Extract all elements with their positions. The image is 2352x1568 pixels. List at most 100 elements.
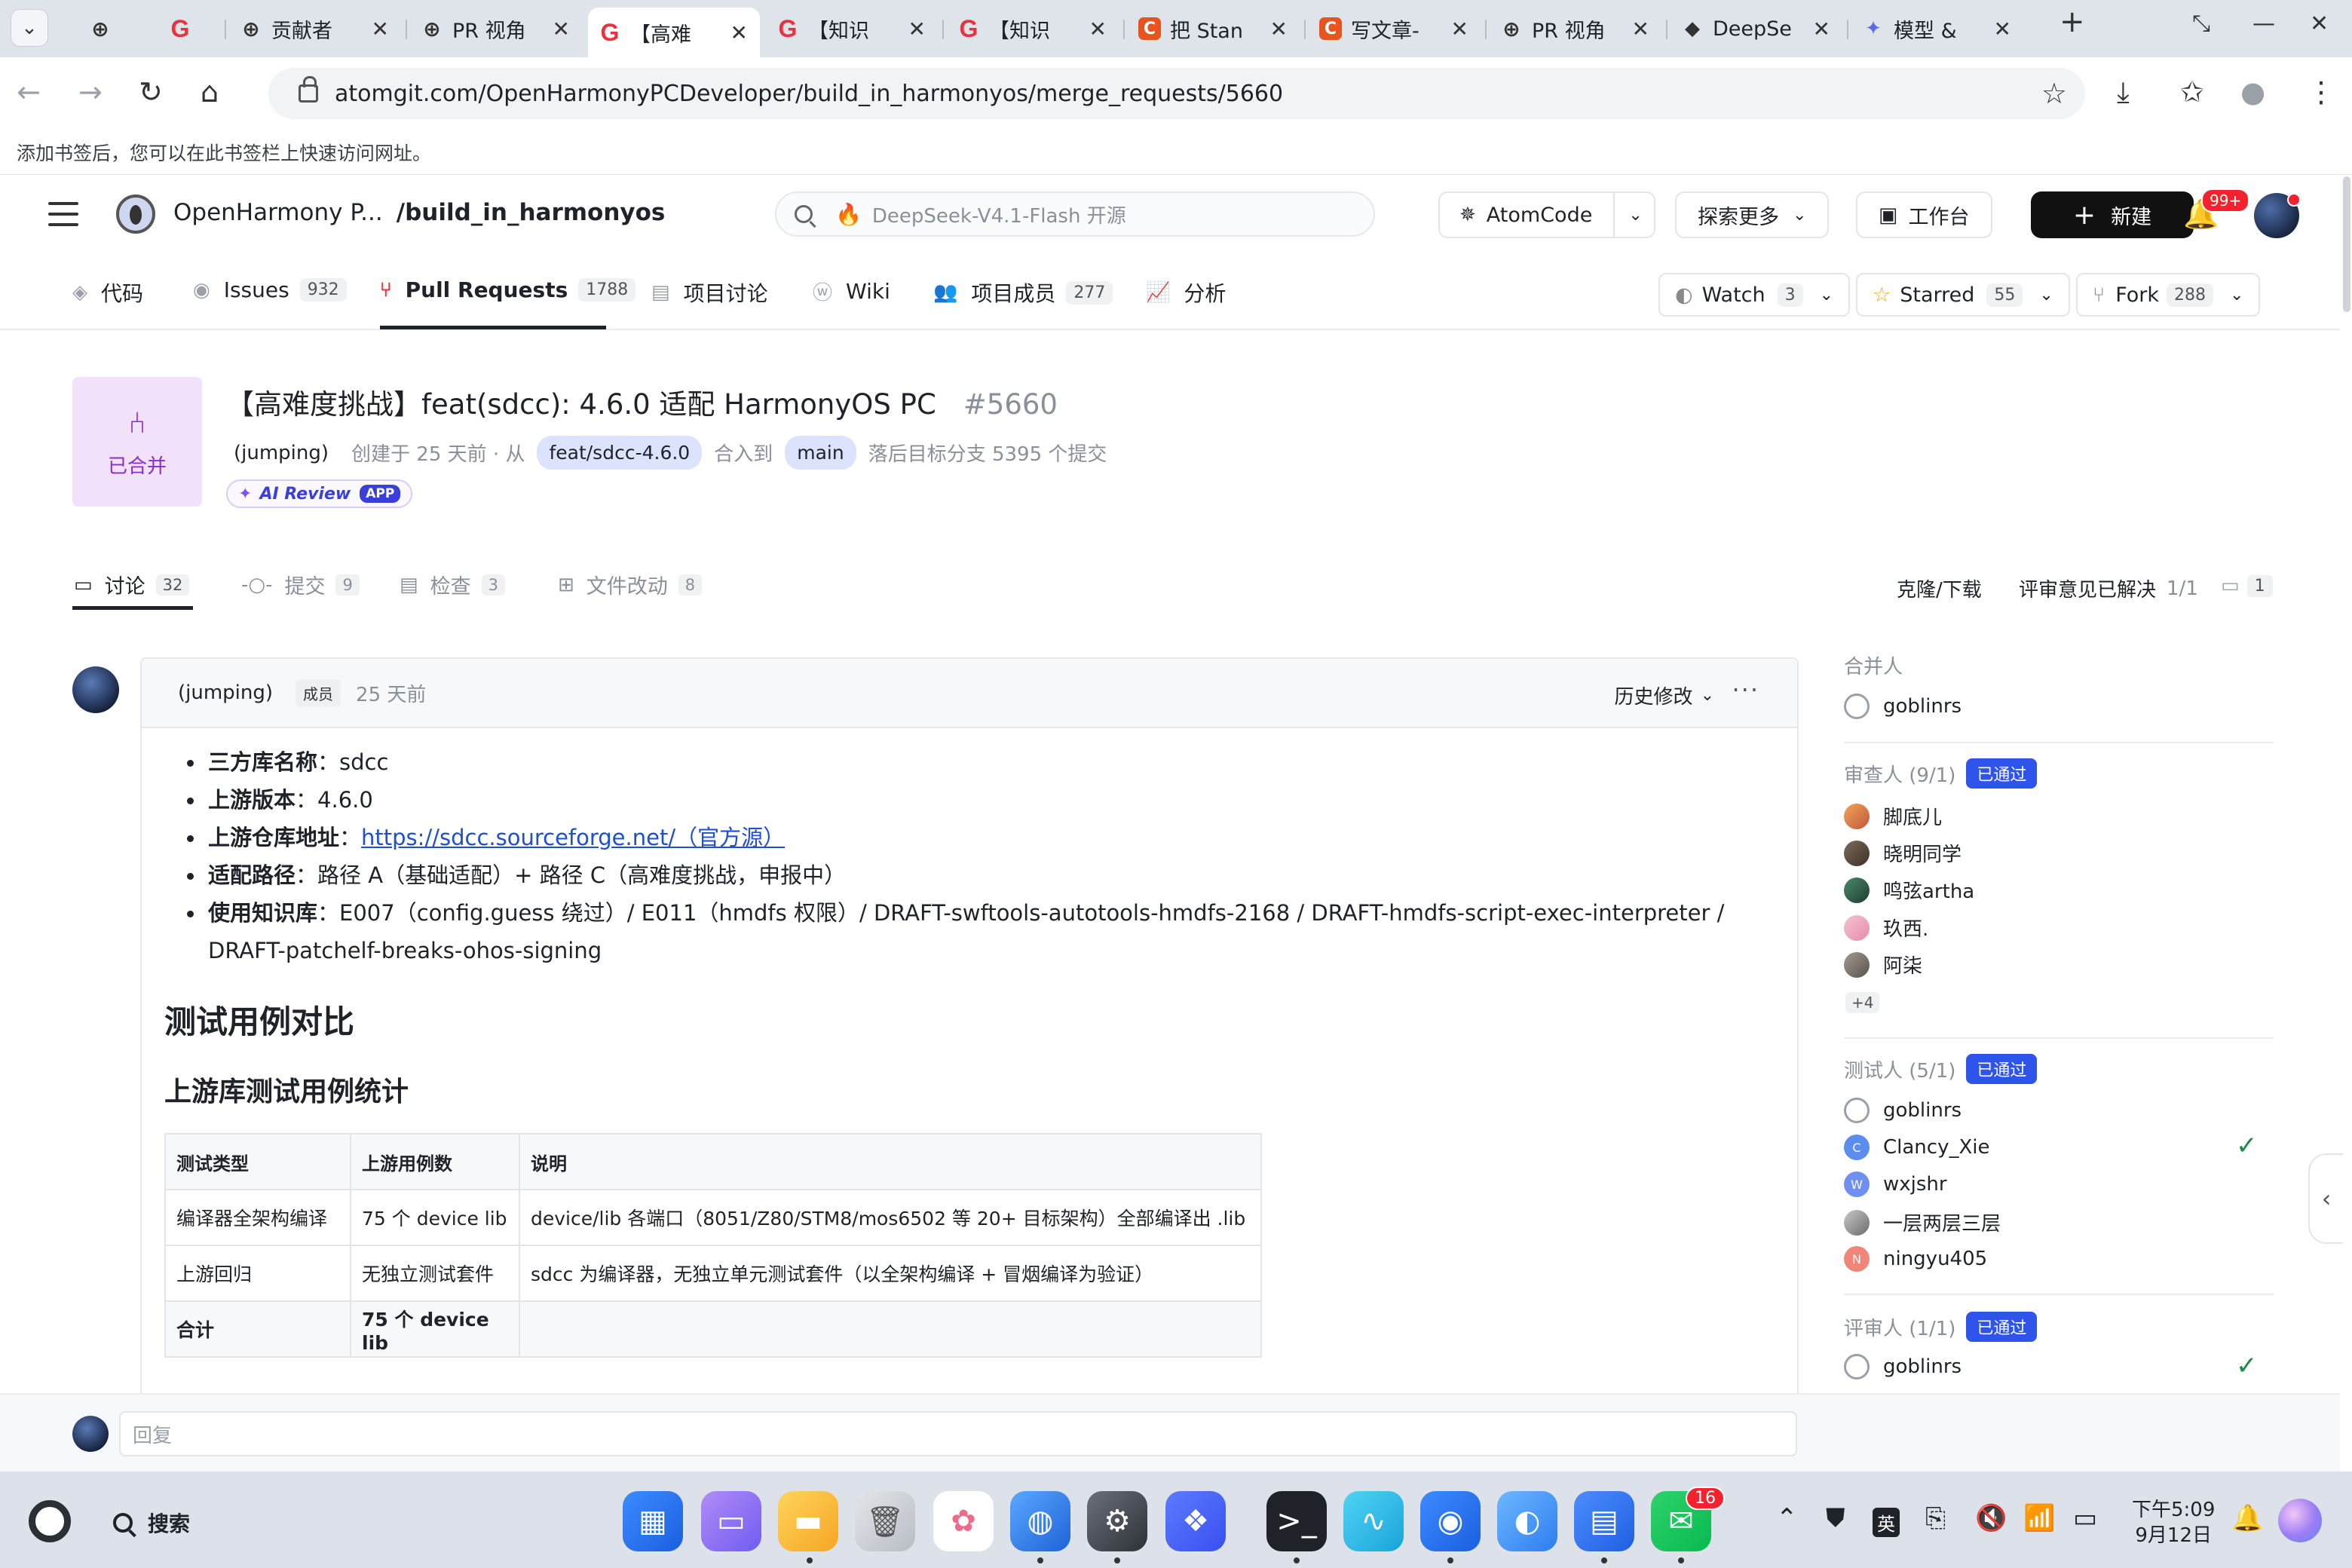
chevron-down-icon[interactable]: ⌄	[2039, 286, 2053, 305]
mr-author[interactable]: (jumping)	[234, 442, 329, 464]
close-tab-icon[interactable]: ✕	[730, 20, 748, 45]
close-tab-icon[interactable]: ✕	[1089, 17, 1107, 41]
settings-icon[interactable]: ⚙	[1087, 1491, 1147, 1551]
reviewer-user[interactable]: 脚底儿	[1844, 802, 1942, 830]
app-store-icon[interactable]: ❖	[1165, 1491, 1226, 1551]
browser-tab[interactable]: G 【知识 ✕	[947, 8, 1119, 50]
ai-review-badge[interactable]: ✦ AI Review APP	[226, 479, 413, 508]
trash-icon[interactable]: 🗑	[855, 1491, 915, 1551]
profile-icon[interactable]: ●	[2240, 75, 2265, 109]
restore-icon[interactable]: ⤡	[2192, 11, 2210, 37]
close-tab-icon[interactable]: ✕	[1994, 17, 2011, 41]
tester-user[interactable]: C Clancy_Xie	[1844, 1135, 1990, 1160]
reload-icon[interactable]: ↻	[139, 75, 163, 109]
browser-tab[interactable]: C 把 Stan ✕	[1128, 8, 1300, 50]
tab-issues[interactable]: ◉ Issues 932	[193, 277, 347, 302]
tab-code[interactable]: ◈ 代码	[72, 277, 143, 308]
reviewer-user[interactable]: 玖西.	[1844, 914, 1928, 942]
reply-input[interactable]: 回复	[119, 1411, 1797, 1456]
multitask-icon[interactable]: ▭	[701, 1491, 761, 1551]
browser-tab[interactable]: G 【知识 ✕	[766, 8, 938, 50]
project-logo[interactable]	[116, 194, 155, 234]
browser-icon[interactable]: ◍	[1010, 1491, 1070, 1551]
target-branch-chip[interactable]: main	[785, 436, 856, 470]
tab-list-dropdown[interactable]: ⌄	[11, 9, 48, 47]
browser-tab[interactable]: ⊕ PR 视角 ✕	[410, 8, 582, 50]
more-reviewers-badge[interactable]: +4	[1845, 992, 1880, 1013]
files-icon[interactable]: ▬	[778, 1491, 838, 1551]
scrollbar-thumb[interactable]	[2343, 176, 2350, 312]
new-button[interactable]: + 新建	[2031, 191, 2194, 238]
start-button[interactable]	[29, 1500, 71, 1542]
edit-history-button[interactable]: 历史修改 ⌄	[1615, 681, 1714, 709]
close-window-button[interactable]: ✕	[2310, 11, 2329, 37]
tester-user[interactable]: goblinrs	[1844, 1098, 1962, 1123]
notification-bell-icon[interactable]: 🔔	[2231, 1503, 2263, 1533]
repo-name[interactable]: /build_in_harmonyos	[397, 199, 666, 226]
home-icon[interactable]: ⌂	[201, 75, 219, 109]
reviewer-user[interactable]: 阿柒	[1844, 951, 1922, 978]
merger-user[interactable]: goblinrs	[1844, 694, 1962, 719]
tab-files-changed[interactable]: ⊞ 文件改动 8	[558, 570, 703, 599]
close-tab-icon[interactable]: ✕	[908, 17, 926, 41]
assistant-orb-icon[interactable]	[2278, 1499, 2322, 1542]
browser-tab-active[interactable]: G 【高难 ✕	[588, 8, 760, 57]
user-avatar[interactable]	[2254, 193, 2301, 238]
ime-indicator[interactable]: 英	[1873, 1508, 1900, 1537]
close-tab-icon[interactable]: ✕	[1813, 17, 1830, 41]
repo-breadcrumb[interactable]: OpenHarmony P... /build_in_harmonyos	[173, 199, 665, 226]
tab-pull-requests[interactable]: ⑂ Pull Requests 1788	[380, 277, 636, 302]
close-tab-icon[interactable]: ✕	[372, 17, 389, 41]
approver-user[interactable]: goblinrs	[1844, 1354, 1962, 1380]
starred-button[interactable]: ☆ Starred 55 ⌄	[1856, 273, 2070, 317]
app-grid-icon[interactable]: ▦	[623, 1491, 683, 1551]
tab-commits[interactable]: -○- 提交 9	[241, 570, 360, 599]
tester-user[interactable]: Nningyu405	[1844, 1246, 1987, 1272]
chevron-up-icon[interactable]: ⌃	[1776, 1503, 1798, 1533]
more-menu-icon[interactable]: ⋮	[2307, 75, 2335, 109]
tester-user[interactable]: 一层两层三层	[1844, 1208, 2001, 1236]
system-clock[interactable]: 下午5:09 9月12日	[2132, 1497, 2215, 1548]
collapse-sidebar-button[interactable]: ‹	[2308, 1153, 2343, 1244]
forward-arrow-icon[interactable]: →	[78, 75, 103, 109]
shield-icon[interactable]: ⛊	[1826, 1503, 1845, 1533]
gallery-icon[interactable]: ✿	[933, 1491, 994, 1551]
scrollbar-track[interactable]	[2340, 175, 2352, 1472]
browser-tab[interactable]: ⊕	[78, 8, 154, 50]
tab-discussions[interactable]: ▤ 项目讨论	[651, 277, 768, 308]
browser-tab[interactable]: ⊕ PR 视角 ✕	[1490, 8, 1661, 50]
tab-members[interactable]: 👥 项目成员 277	[933, 277, 1113, 308]
notes-icon[interactable]: ▤	[1574, 1491, 1634, 1551]
tab-analytics[interactable]: 📈 分析	[1146, 277, 1226, 308]
source-branch-chip[interactable]: feat/sdcc-4.6.0	[537, 436, 703, 470]
close-tab-icon[interactable]: ✕	[1632, 17, 1649, 41]
browser-tab[interactable]: C 写文章- ✕	[1309, 8, 1481, 50]
network-share-icon[interactable]: ◉	[1420, 1491, 1481, 1551]
tester-user[interactable]: Wwxjshr	[1844, 1171, 1947, 1197]
comment-author[interactable]: (jumping)	[178, 681, 273, 704]
download-icon[interactable]: ⤓	[2117, 75, 2130, 109]
taskbar-search[interactable]: 搜索	[113, 1508, 190, 1538]
wifi-icon[interactable]: 📶	[2023, 1503, 2055, 1533]
watch-button[interactable]: ◐ Watch 3 ⌄	[1658, 273, 1851, 317]
speaker-muted-icon[interactable]: 🔇	[1975, 1503, 2007, 1533]
close-tab-icon[interactable]: ✕	[553, 17, 570, 41]
tab-checks[interactable]: ▤ 检查 3	[400, 570, 505, 599]
site-search[interactable]: 🔥 DeepSeek-V4.1-Flash 开源	[775, 191, 1375, 237]
edge-icon[interactable]: ◐	[1497, 1491, 1557, 1551]
favorites-icon[interactable]: ✩	[2180, 75, 2204, 109]
fork-button[interactable]: ⑂ Fork 288 ⌄	[2076, 273, 2261, 317]
monitor-icon[interactable]: ∿	[1343, 1491, 1404, 1551]
chevron-down-icon[interactable]: ⌄	[1628, 206, 1642, 225]
chevron-down-icon[interactable]: ⌄	[1820, 286, 1833, 305]
terminal-icon[interactable]: >_	[1266, 1491, 1327, 1551]
browser-tab[interactable]: ◆ DeepSe ✕	[1671, 8, 1842, 50]
reviewer-user[interactable]: 鸣弦artha	[1844, 876, 1974, 904]
tab-wiki[interactable]: ⓦ Wiki	[813, 277, 890, 305]
atomcode-button[interactable]: ✵ AtomCode ⌄	[1438, 191, 1655, 238]
minimize-button[interactable]: —	[2252, 11, 2275, 37]
chevron-down-icon[interactable]: ⌄	[2230, 286, 2243, 305]
new-tab-button[interactable]: +	[2060, 5, 2085, 39]
close-tab-icon[interactable]: ✕	[1451, 17, 1468, 41]
explore-more-button[interactable]: 探索更多 ⌄	[1675, 191, 1830, 238]
